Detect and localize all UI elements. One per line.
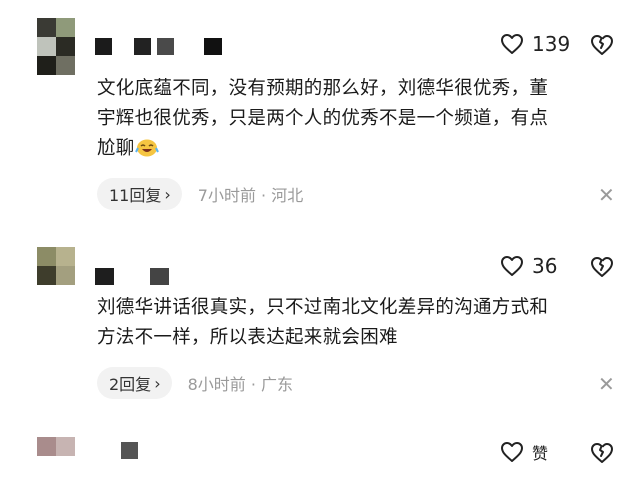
avatar[interactable] [37,247,75,304]
username-redacted[interactable] [95,441,138,459]
broken-heart-icon[interactable] [590,441,614,465]
chevron-right-icon: › [154,373,161,393]
close-icon[interactable]: ✕ [598,372,615,396]
like-count: 36 [532,254,558,278]
reply-button[interactable]: 11回复 › [97,178,182,210]
username-redacted[interactable] [95,37,222,55]
comment-text: 文化底蕴不同，没有预期的那么好，刘德华很优秀，董 宇辉也很优秀，只是两个人的优秀… [97,78,549,159]
chevron-right-icon: › [164,184,171,204]
close-icon[interactable]: ✕ [598,183,615,207]
avatar[interactable] [37,18,75,75]
like-button[interactable]: 139 [500,32,570,56]
username-redacted[interactable] [95,267,169,285]
reply-button[interactable]: 2回复 › [97,367,172,399]
heart-outline-icon [501,256,523,276]
laughing-crying-emoji [134,139,159,157]
comment-text: 刘德华讲话很真实，只不过南北文化差异的沟通方式和 方法不一样，所以表达起来就会困… [97,297,549,348]
like-button[interactable]: 赞 [500,440,548,464]
timestamp-location: 7小时前 · 河北 [197,186,304,205]
comment-meta: 11回复 › 7小时前 · 河北 [97,178,303,210]
like-count: 赞 [532,444,549,463]
avatar[interactable] [37,437,75,494]
comment-meta: 2回复 › 8小时前 · 广东 [97,367,293,399]
heart-outline-icon [501,34,523,54]
like-count: 139 [532,32,571,56]
broken-heart-icon[interactable] [590,255,614,279]
timestamp-location: 8小时前 · 广东 [187,375,294,394]
heart-outline-icon [501,442,523,462]
broken-heart-icon[interactable] [590,33,614,57]
like-button[interactable]: 36 [500,254,557,278]
